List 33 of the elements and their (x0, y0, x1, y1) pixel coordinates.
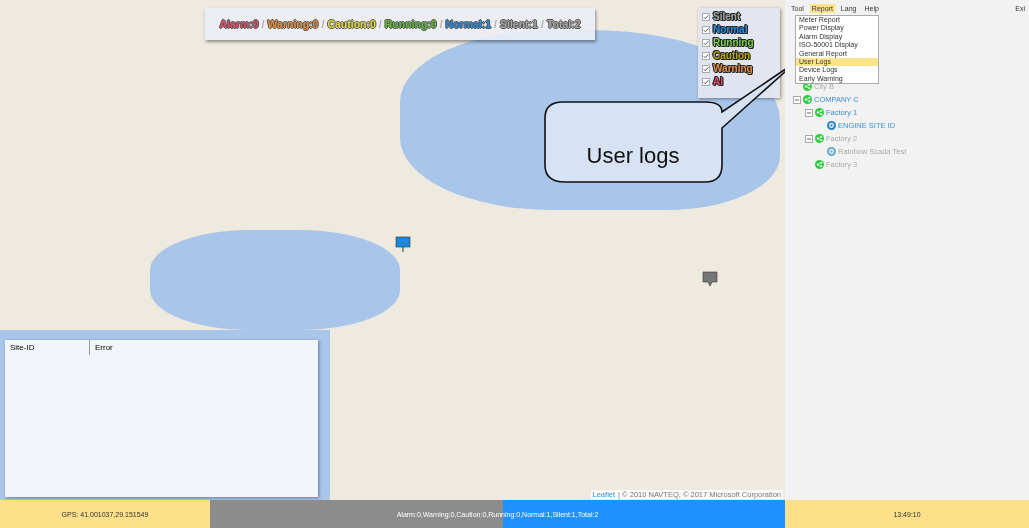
map-marker-icon[interactable] (702, 271, 718, 287)
legend-label: Normal (713, 24, 748, 35)
separator-slash: / (439, 18, 443, 30)
checkbox[interactable] (702, 77, 710, 86)
column-header: Error (94, 342, 114, 354)
separator-slash: / (540, 18, 544, 30)
share-icon (815, 160, 824, 169)
separator-slash: / (261, 18, 265, 30)
status-summary-panel: Alarm:0 / Warning:0 / Caution:0 / Running:0 / Normal:1 / Silent:1 / Total:2 (205, 8, 595, 40)
share-icon (815, 134, 824, 143)
collapse-toggle-icon[interactable] (793, 95, 801, 104)
collapse-toggle-icon[interactable] (805, 108, 813, 117)
map-marker-icon[interactable] (395, 236, 411, 252)
checkbox[interactable] (702, 25, 710, 34)
checkbox[interactable] (702, 64, 710, 73)
share-icon (803, 95, 812, 104)
collapse-toggle-icon[interactable] (805, 134, 813, 143)
target-icon (827, 147, 836, 156)
checkbox[interactable] (702, 38, 710, 47)
checkbox[interactable] (702, 12, 710, 21)
target-icon (827, 121, 836, 130)
separator-slash: / (321, 18, 325, 30)
separator-slash: / (378, 18, 382, 30)
checkbox[interactable] (702, 51, 710, 60)
legend-label: Caution (713, 50, 751, 61)
separator-slash: / (494, 18, 497, 30)
legend-label: Al (713, 76, 723, 87)
callout-text: User logs (585, 143, 681, 169)
share-icon (815, 108, 824, 117)
legend-label: Warning (713, 63, 753, 74)
legend-label: Running (713, 37, 754, 48)
legend-label: Silent (713, 11, 741, 22)
column-header: Site-ID (5, 340, 90, 355)
